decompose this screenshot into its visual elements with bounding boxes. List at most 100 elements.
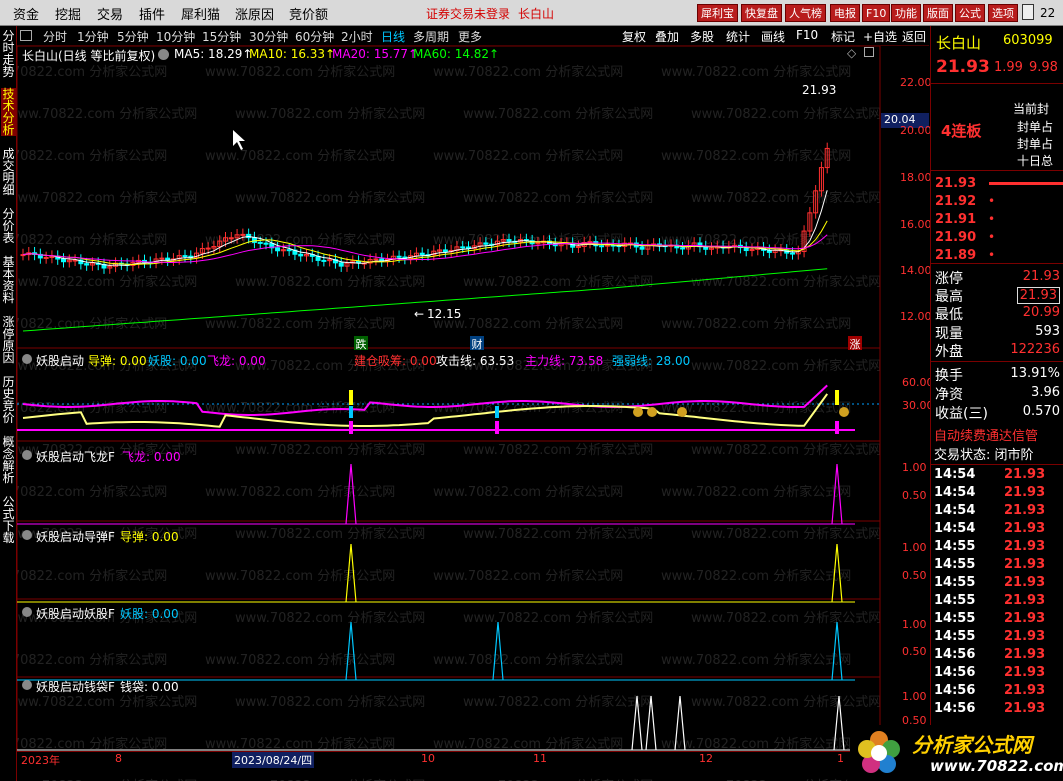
candle-body xyxy=(251,237,257,243)
btn-popularity[interactable]: 人气榜 xyxy=(785,4,826,22)
signal-spike xyxy=(831,621,843,681)
dot-icon: • xyxy=(988,194,996,208)
tab-concept[interactable]: 概念解析 xyxy=(1,436,16,484)
watermark-text: www.70822.com 分析家公式网 xyxy=(235,526,425,542)
tick-row: 14:55 21.93 xyxy=(934,629,1060,647)
btn-xilibao[interactable]: 犀利宝 xyxy=(697,4,738,22)
tick-row: 14:54 21.93 xyxy=(934,467,1060,485)
tick-time: 14:56 xyxy=(934,647,976,662)
btn-function[interactable]: 功能 xyxy=(891,4,921,22)
seal-label: 十日总 xyxy=(1017,154,1054,168)
chart-title: 长白山(日线 等比前复权) xyxy=(22,49,156,63)
maximize-icon[interactable] xyxy=(864,47,874,57)
stat-label: 涨停 xyxy=(935,271,963,287)
period-10min[interactable]: 10分钟 xyxy=(156,28,195,45)
btn-options[interactable]: 选项 xyxy=(988,4,1018,22)
stat-value: 20.99 xyxy=(1022,305,1060,320)
tab-intraday[interactable]: 分时走势 xyxy=(1,30,16,78)
candle-body xyxy=(483,242,489,245)
stat-label: 现量 xyxy=(935,326,963,342)
event-marker-zhang[interactable]: 涨 xyxy=(848,336,862,351)
tool-back[interactable]: 返回 xyxy=(902,28,926,45)
stat-label: 换手 xyxy=(935,368,963,384)
watermark-text: www.70822.com 分析家公式网 xyxy=(205,568,395,584)
tab-history-auction[interactable]: 历史竞价 xyxy=(1,376,16,424)
chevron-down-icon[interactable] xyxy=(158,49,169,60)
btn-telegram[interactable]: 电报 xyxy=(830,4,860,22)
period-2h[interactable]: 2小时 xyxy=(341,28,373,45)
chevron-down-icon[interactable] xyxy=(22,354,32,364)
watermark-text: www.70822.com 分析家公式网 xyxy=(235,694,425,710)
tick-row: 14:54 21.93 xyxy=(934,485,1060,503)
divider xyxy=(931,361,1063,362)
menu-funds[interactable]: 资金 xyxy=(13,4,39,23)
tool-draw[interactable]: 画线 xyxy=(761,28,785,45)
tool-adjust[interactable]: 复权 xyxy=(622,28,646,45)
price-change-pct: 9.98 xyxy=(1029,60,1058,75)
candle-body xyxy=(61,258,66,263)
tick-price: 21.93 xyxy=(1004,485,1046,500)
watermark-text: www.70822.com 分析家公式网 xyxy=(433,316,623,332)
menu-xilimao[interactable]: 犀利猫 xyxy=(181,4,220,23)
candle-body xyxy=(182,255,188,258)
btn-review[interactable]: 快复盘 xyxy=(741,4,782,22)
chevron-down-icon[interactable] xyxy=(22,450,32,460)
watermark-text: www.70822.com 分析家公式网 xyxy=(433,148,623,164)
tick-time: 14:56 xyxy=(934,701,976,716)
watermark-text: www.70822.com 分析家公式网 xyxy=(235,106,425,122)
tab-technical[interactable]: 技术分析 xyxy=(1,88,16,136)
diamond-icon[interactable]: ◇ xyxy=(847,46,856,60)
minimize-icon[interactable] xyxy=(1022,4,1034,20)
event-marker-cai[interactable]: 财 xyxy=(470,336,484,351)
watermark-text: www.70822.com 分析家公式网 xyxy=(235,610,425,626)
y-tick: 60.00 xyxy=(902,376,934,389)
period-intraday[interactable]: 分时 xyxy=(43,28,67,45)
menu-trade[interactable]: 交易 xyxy=(97,4,123,23)
period-5min[interactable]: 5分钟 xyxy=(117,28,149,45)
tool-overlay[interactable]: 叠加 xyxy=(655,28,679,45)
ad-banner[interactable]: 自动续费通达信管 xyxy=(934,425,1063,444)
tab-basic-info[interactable]: 基本资料 xyxy=(1,256,16,304)
period-multi[interactable]: 多周期 xyxy=(413,28,449,45)
tab-limitup-reason[interactable]: 涨停原因 xyxy=(1,316,16,364)
period-30min[interactable]: 30分钟 xyxy=(249,28,288,45)
period-60min[interactable]: 60分钟 xyxy=(295,28,334,45)
tab-detail[interactable]: 成交明细 xyxy=(1,148,16,196)
login-notice[interactable]: 证券交易未登录 xyxy=(426,5,510,22)
chevron-down-icon[interactable] xyxy=(22,607,32,617)
menu-limitup-reason[interactable]: 涨原因 xyxy=(235,4,274,23)
period-1min[interactable]: 1分钟 xyxy=(77,28,109,45)
chevron-down-icon[interactable] xyxy=(22,530,32,540)
watermark-text: www.70822.com 分析家公式网 xyxy=(691,694,881,710)
menu-plugin[interactable]: 插件 xyxy=(139,4,165,23)
btn-f10[interactable]: F10 xyxy=(862,4,891,22)
y-tick: 18.00 xyxy=(900,171,932,184)
tool-f10[interactable]: F10 xyxy=(796,28,818,42)
btn-formula[interactable]: 公式 xyxy=(955,4,985,22)
menu-mining[interactable]: 挖掘 xyxy=(55,4,81,23)
tool-mark[interactable]: 标记 xyxy=(831,28,855,45)
event-marker-die[interactable]: 跌 xyxy=(354,336,368,351)
tick-price: 21.93 xyxy=(1004,467,1046,482)
menu-auction[interactable]: 竞价额 xyxy=(289,4,328,23)
toggle-icon[interactable] xyxy=(20,30,32,41)
stock-code: 603099 xyxy=(1003,33,1053,48)
watermark-text: www.70822.com 分析家公式网 xyxy=(235,190,425,206)
tool-multi-stock[interactable]: 多股 xyxy=(690,28,714,45)
candle-body xyxy=(396,255,402,258)
tab-formula-download[interactable]: 公式下载 xyxy=(1,496,16,544)
period-daily[interactable]: 日线 xyxy=(381,28,405,45)
last-price: 21.93 xyxy=(936,57,990,77)
tick-time: 14:55 xyxy=(934,629,976,644)
tool-add-watch[interactable]: +自选 xyxy=(863,28,897,45)
signal-bar xyxy=(495,421,499,434)
signal-bar xyxy=(349,406,353,418)
period-more[interactable]: 更多 xyxy=(458,28,482,45)
period-15min[interactable]: 15分钟 xyxy=(202,28,241,45)
chart-area[interactable]: www.70822.com 分析家公式网 www.70822.com 分析家公式网… xyxy=(17,46,930,781)
tool-stats[interactable]: 统计 xyxy=(726,28,750,45)
btn-layout[interactable]: 版面 xyxy=(923,4,953,22)
limitup-streak: 4连板 xyxy=(941,122,982,140)
tab-price-table[interactable]: 分价表 xyxy=(1,208,16,244)
chevron-down-icon[interactable] xyxy=(22,680,32,690)
